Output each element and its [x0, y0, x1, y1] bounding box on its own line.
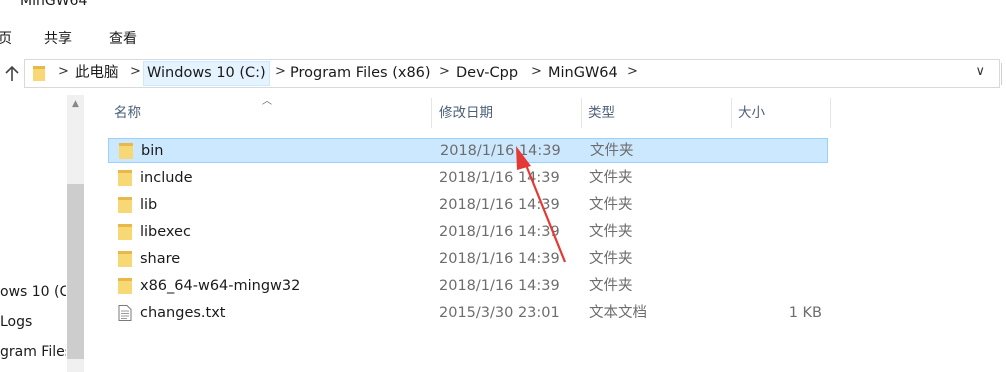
file-type: 文件夹 [589, 251, 633, 267]
nav-item-program-files[interactable]: gram Files [0, 344, 66, 360]
ribbon-tab-view[interactable]: 查看 [109, 28, 137, 48]
file-name: libexec [140, 224, 191, 240]
file-name: bin [141, 143, 164, 159]
up-arrow-icon[interactable] [2, 62, 22, 86]
file-row-changes-txt[interactable]: changes.txt 2015/3/30 23:01 文本文档 1 KB [108, 301, 828, 326]
folder-icon [33, 66, 45, 81]
file-row-libexec[interactable]: libexec 2018/1/16 14:39 文件夹 [108, 220, 828, 245]
text-file-icon [118, 305, 132, 321]
nav-scrollbar-thumb[interactable] [67, 184, 84, 359]
breadcrumb-chevron-icon[interactable]: > [439, 64, 450, 79]
address-dropdown-icon[interactable]: ∨ [975, 64, 985, 79]
file-name: share [140, 251, 181, 267]
breadcrumb-chevron-icon[interactable]: > [58, 64, 69, 79]
breadcrumb-dev-cpp[interactable]: Dev-Cpp [453, 61, 521, 86]
file-name: x86_64-w64-mingw32 [140, 278, 301, 294]
nav-item-logs[interactable]: Logs [0, 314, 66, 330]
file-name: changes.txt [140, 305, 226, 321]
file-row-lib[interactable]: lib 2018/1/16 14:39 文件夹 [108, 193, 828, 218]
folder-icon [118, 224, 132, 240]
file-row-share[interactable]: share 2018/1/16 14:39 文件夹 [108, 247, 828, 272]
file-name: lib [140, 197, 158, 213]
file-row-x86-64-w64-mingw32[interactable]: x86_64-w64-mingw32 2018/1/16 14:39 文件夹 [108, 274, 828, 299]
file-type: 文件夹 [590, 143, 634, 159]
breadcrumb-windows-c[interactable]: Windows 10 (C:) [143, 61, 270, 86]
file-type: 文本文档 [589, 305, 647, 321]
breadcrumb-chevron-icon[interactable]: > [531, 64, 542, 79]
ribbon-tab-home[interactable]: 页 [0, 28, 12, 48]
folder-icon [119, 143, 133, 159]
file-name: include [140, 170, 193, 186]
file-date: 2015/3/30 23:01 [439, 305, 560, 321]
file-type: 文件夹 [589, 278, 633, 294]
file-date: 2018/1/16 14:39 [440, 143, 561, 159]
folder-icon [118, 197, 132, 213]
ribbon-tab-share[interactable]: 共享 [44, 28, 72, 48]
file-type: 文件夹 [589, 170, 633, 186]
folder-icon [118, 251, 132, 267]
window-title: MinGW64 [20, 0, 88, 9]
file-explorer-window: MinGW64 页 共享 查看 > 此电脑 > Windows 10 (C:) … [0, 0, 1006, 372]
file-date: 2018/1/16 14:39 [439, 278, 560, 294]
file-type: 文件夹 [589, 197, 633, 213]
file-date: 2018/1/16 14:39 [439, 224, 560, 240]
breadcrumb-chevron-icon[interactable]: > [627, 64, 638, 79]
breadcrumb-program-files-x86[interactable]: Program Files (x86) [287, 61, 434, 86]
file-type: 文件夹 [589, 224, 633, 240]
file-row-bin[interactable]: bin 2018/1/16 14:39 文件夹 [108, 138, 828, 163]
breadcrumb-mingw64[interactable]: MinGW64 [545, 61, 621, 86]
folder-icon [118, 170, 132, 186]
file-date: 2018/1/16 14:39 [439, 170, 560, 186]
column-header-date[interactable]: 修改日期 [433, 98, 582, 128]
file-row-include[interactable]: include 2018/1/16 14:39 文件夹 [108, 166, 828, 191]
address-bar[interactable]: > 此电脑 > Windows 10 (C:) > Program Files … [24, 59, 1000, 88]
column-header-name[interactable]: 名称 [108, 98, 432, 128]
nav-item-windows-c[interactable]: ows 10 (C [0, 284, 66, 300]
scroll-up-icon[interactable]: ▲ [69, 98, 82, 111]
breadcrumb-chevron-icon[interactable]: > [130, 64, 141, 79]
breadcrumb-chevron-icon[interactable]: > [275, 64, 286, 79]
address-divider [1001, 63, 1002, 85]
file-size: 1 KB [788, 305, 822, 321]
file-date: 2018/1/16 14:39 [439, 197, 560, 213]
column-header-type[interactable]: 类型 [582, 98, 732, 128]
folder-icon [118, 278, 132, 294]
file-date: 2018/1/16 14:39 [439, 251, 560, 267]
breadcrumb-this-pc[interactable]: 此电脑 [72, 61, 122, 86]
column-header-size[interactable]: 大小 [732, 98, 831, 128]
